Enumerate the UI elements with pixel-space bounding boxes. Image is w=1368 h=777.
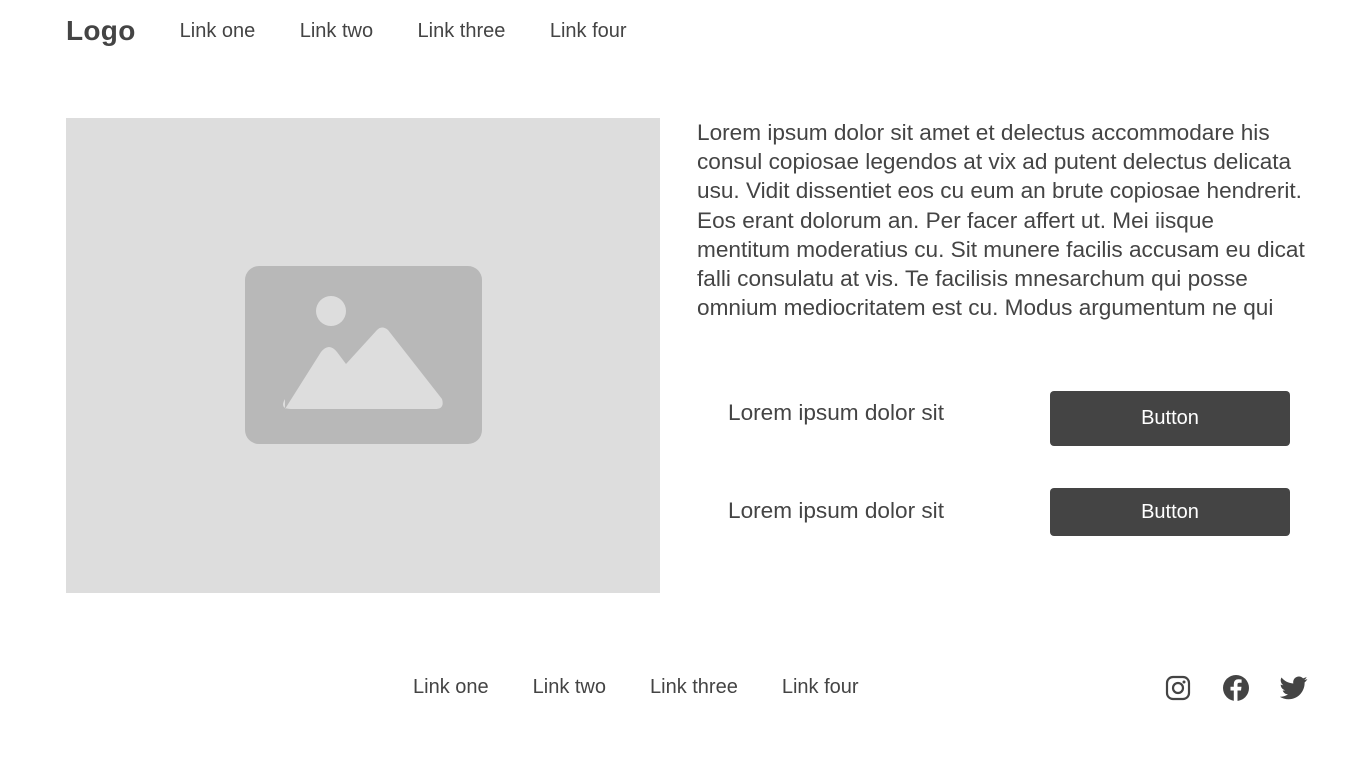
row-label-1: Lorem ipsum dolor sit [728, 400, 944, 425]
header-nav: Link one Link two Link three Link four [180, 20, 667, 43]
header: Logo Link one Link two Link three Link f… [66, 0, 667, 62]
footer-link-one[interactable]: Link one [413, 676, 489, 699]
footer-nav: Link one Link two Link three Link four [413, 676, 903, 699]
header-link-three[interactable]: Link three [418, 20, 506, 42]
instagram-icon[interactable] [1164, 674, 1192, 702]
body-paragraph: Lorem ipsum dolor sit amet et delectus a… [697, 120, 1305, 321]
footer-link-four[interactable]: Link four [782, 676, 859, 699]
logo[interactable]: Logo [66, 15, 136, 47]
header-link-one[interactable]: Link one [180, 20, 256, 42]
button-2[interactable]: Button [1050, 488, 1290, 536]
button-1[interactable]: Button [1050, 391, 1290, 446]
footer-link-three[interactable]: Link three [650, 676, 738, 699]
twitter-icon[interactable] [1280, 674, 1308, 702]
image-placeholder-icon [245, 266, 482, 444]
row-label-2: Lorem ipsum dolor sit [728, 498, 944, 523]
header-link-two[interactable]: Link two [300, 20, 373, 42]
footer-link-two[interactable]: Link two [533, 676, 606, 699]
header-link-four[interactable]: Link four [550, 20, 627, 42]
image-placeholder [66, 118, 660, 593]
facebook-icon[interactable] [1222, 674, 1250, 702]
